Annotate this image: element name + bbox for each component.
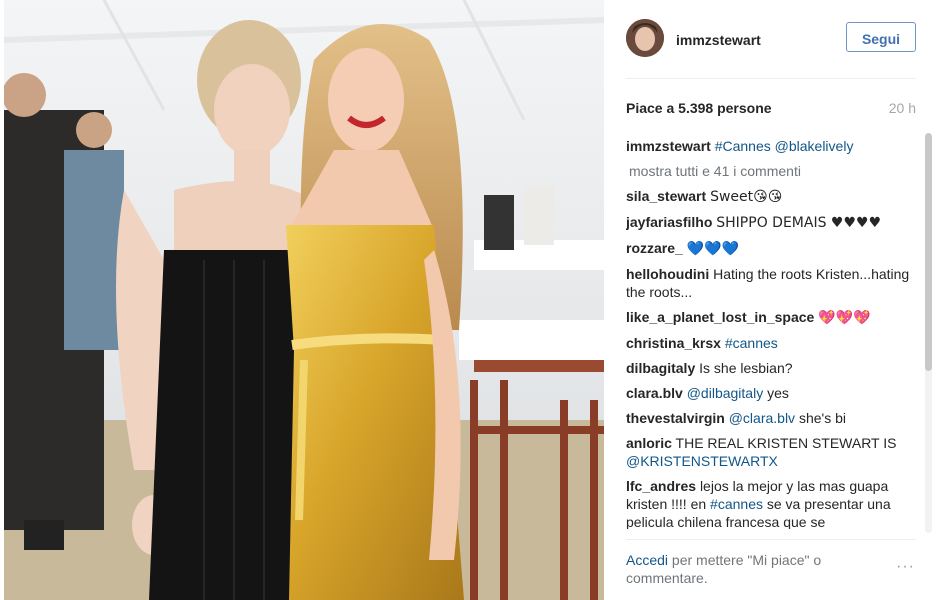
comment-text: 💙💙💙 bbox=[686, 241, 739, 257]
comment-hashtag[interactable]: #cannes bbox=[710, 496, 763, 512]
avatar[interactable] bbox=[626, 19, 664, 57]
comment-mention[interactable]: @KRISTENSTEWARTX bbox=[626, 453, 778, 469]
comment-text: Sweet😘😘 bbox=[710, 189, 783, 205]
caption: immzstewart #Cannes @blakelively bbox=[626, 137, 918, 155]
comment: rozzare_ 💙💙💙 bbox=[626, 239, 918, 258]
comments-list: immzstewart #Cannes @blakelively mostra … bbox=[626, 137, 918, 529]
caption-mention[interactable]: @blakelively bbox=[775, 138, 854, 154]
avatar-image bbox=[626, 19, 664, 57]
comment-text: Is she lesbian? bbox=[699, 360, 793, 376]
follow-button[interactable]: Segui bbox=[846, 22, 916, 52]
comment-username[interactable]: thevestalvirgin bbox=[626, 410, 725, 426]
comment-username[interactable]: christina_krsx bbox=[626, 335, 721, 351]
post-header: immzstewart Segui bbox=[626, 19, 916, 61]
comment-text: yes bbox=[767, 385, 789, 401]
comment-username[interactable]: anloric bbox=[626, 435, 672, 451]
comment-username[interactable]: hellohoudini bbox=[626, 266, 709, 282]
photo-image bbox=[4, 0, 604, 600]
comment-username[interactable]: jayfariasfilho bbox=[626, 214, 712, 230]
divider bbox=[626, 78, 916, 79]
post-time[interactable]: 20 h bbox=[889, 100, 916, 116]
comment: jayfariasfilho SHIPPO DEMAIS ♥♥♥♥ bbox=[626, 213, 918, 232]
comment-username[interactable]: lfc_andres bbox=[626, 478, 696, 494]
comment: thevestalvirgin @clara.blv she's bi bbox=[626, 409, 918, 427]
comment: dilbagitaly Is she lesbian? bbox=[626, 359, 918, 377]
comments-scrollbar[interactable] bbox=[925, 133, 932, 533]
more-options-icon[interactable]: ··· bbox=[896, 558, 915, 576]
login-link[interactable]: Accedi bbox=[626, 552, 668, 568]
comment-mention[interactable]: @clara.blv bbox=[729, 410, 795, 426]
comment: hellohoudini Hating the roots Kristen...… bbox=[626, 265, 918, 301]
comment: sila_stewart Sweet😘😘 bbox=[626, 187, 918, 206]
post-photo[interactable] bbox=[4, 0, 604, 600]
comment: clara.blv @dilbagitaly yes bbox=[626, 384, 918, 402]
comment: anloric THE REAL KRISTEN STEWART IS @KRI… bbox=[626, 434, 918, 470]
likes-count[interactable]: Piace a 5.398 persone bbox=[626, 100, 772, 116]
comment-username[interactable]: like_a_planet_lost_in_space bbox=[626, 309, 814, 325]
comment-hashtag[interactable]: #cannes bbox=[725, 335, 778, 351]
comment-text: 💖💖💖 bbox=[818, 310, 871, 326]
post-sidebar: immzstewart Segui Piace a 5.398 persone … bbox=[604, 0, 936, 600]
caption-username[interactable]: immzstewart bbox=[626, 138, 711, 154]
comment: lfc_andres lejos la mejor y las mas guap… bbox=[626, 477, 918, 529]
header-username[interactable]: immzstewart bbox=[676, 32, 761, 48]
comment-username[interactable]: dilbagitaly bbox=[626, 360, 695, 376]
comment-username[interactable]: clara.blv bbox=[626, 385, 683, 401]
comment: like_a_planet_lost_in_space 💖💖💖 bbox=[626, 308, 918, 327]
comment: christina_krsx #cannes bbox=[626, 334, 918, 352]
show-all-comments-link[interactable]: mostra tutti e 41 i commenti bbox=[626, 162, 918, 180]
divider bbox=[626, 539, 916, 540]
comment-text: SHIPPO DEMAIS ♥♥♥♥ bbox=[716, 215, 882, 231]
caption-hashtag[interactable]: #Cannes bbox=[715, 138, 771, 154]
comment-username[interactable]: sila_stewart bbox=[626, 188, 706, 204]
footer-login-prompt: Accedi per mettere "Mi piace" o commenta… bbox=[626, 551, 866, 587]
comment-username[interactable]: rozzare_ bbox=[626, 240, 683, 256]
comment-text: THE REAL KRISTEN STEWART IS bbox=[675, 435, 897, 451]
comment-mention[interactable]: @dilbagitaly bbox=[687, 385, 763, 401]
scrollbar-thumb[interactable] bbox=[925, 133, 932, 371]
comment-text: she's bi bbox=[798, 410, 846, 426]
